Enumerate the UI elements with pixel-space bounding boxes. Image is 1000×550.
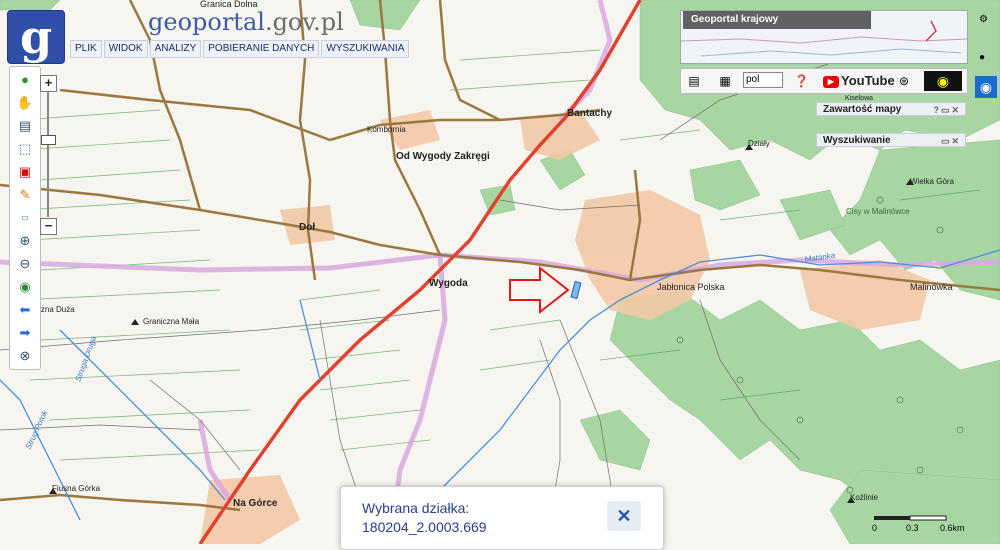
globe-icon[interactable]: ◉ [16,278,34,296]
top-icon-bar: ▤ ▦ pol ❓ ▶ YouTube ⊛ ◉ [680,68,968,94]
menu-plik[interactable]: PLIK [70,40,102,58]
label-graniczna-mala: Graniczna Mała [143,317,200,326]
forward-arrow-icon[interactable]: ➡ [16,324,34,342]
view-eye-icon[interactable]: ◉ [975,76,997,98]
print-icon[interactable]: ▤ [687,72,701,90]
map-contents-title: Zawartość mapy [823,104,902,115]
scale-tick-0: 0 [872,523,878,533]
draw-pencil-icon[interactable]: ✎ [16,186,34,204]
zoom-knob[interactable] [41,135,56,145]
search-panel[interactable]: Wyszukiwanie ▭✕ [816,133,966,147]
label-fiusna-gorka: Fiusna Górka [52,484,101,493]
map-toolbar: ● ✋ ▤ ⬚ ▣ ✎ ▭ ⊕ ⊖ ◉ ⬅ ➡ ⊗ [9,66,41,370]
label-kombornia: Kombornia [367,125,406,134]
gear-small-icon[interactable]: ⚙ [979,14,988,25]
panel-controls[interactable]: ▭✕ [941,134,961,148]
label-cisy: Cisy w Malinówce [846,207,910,216]
zoom-in-icon[interactable]: ⊕ [16,232,34,250]
label-dzialy: Działy [748,139,770,148]
menu-analizy[interactable]: ANALIZY [149,40,202,58]
youtube-play-icon: ▶ [823,75,839,88]
pan-hand-icon[interactable]: ✋ [16,94,34,112]
zoom-out-icon[interactable]: ⊖ [16,255,34,273]
measure-icon[interactable]: ▭ [16,209,34,227]
scale-tick-1: 0.3 [906,523,919,533]
layers-list-icon[interactable]: ▤ [16,117,34,135]
label-wielka-gora: Wielka Góra [910,177,955,186]
label-jablonica: Jabłonica Polska [657,282,725,292]
save-icon[interactable]: ▦ [717,72,733,90]
scale-bar: 0 0.3 0.6km [870,510,980,540]
label-od-wygody: Od Wygody Zakręgi [396,151,490,162]
youtube-link[interactable]: ▶ YouTube [823,72,895,90]
label-kiselowa: Kiselowa [845,95,873,102]
label-na-gorce: Na Górce [233,498,278,509]
label-kozlinie: Koźlinie [850,493,879,502]
youtube-label: YouTube [841,73,895,88]
right-controls: ⚙ ● ◉ [975,14,997,104]
geoportal-logo[interactable]: g [7,10,65,64]
accessibility-icon[interactable]: ⊛ [896,72,912,90]
zoom-slider[interactable]: + − [40,75,57,235]
zoom-track-line [47,91,49,217]
label-dol: Doł [299,222,315,233]
map-contents-panel[interactable]: Zawartość mapy ?▭✕ [816,102,966,116]
site-domain: .gov.pl [264,8,344,36]
menu-wyszukiwania[interactable]: WYSZUKIWANIA [321,40,410,58]
label-malinowka: Malinówka [910,282,953,292]
search-panel-title: Wyszukiwanie [823,135,891,146]
select-area-icon[interactable]: ⬚ [16,140,34,158]
popup-text: Wybrana działka: 180204_2.0003.669 [362,499,487,537]
contrast-eye-icon[interactable]: ◉ [924,71,962,91]
full-extent-icon[interactable]: ⊗ [16,347,34,365]
select-rect-icon[interactable]: ▣ [16,163,34,181]
parcel-popup: Wybrana działka: 180204_2.0003.669 ✕ [340,486,664,550]
label-bantachy: Bantachy [567,108,612,119]
scale-tick-2: 0.6km [940,523,965,533]
help-icon[interactable]: ❓ [794,72,809,90]
site-title: geoportal.gov.pl [148,8,344,36]
overview-title: Geoportal krajowy [683,11,871,29]
zoom-plus-button[interactable]: + [40,75,57,92]
back-arrow-icon[interactable]: ⬅ [16,301,34,319]
label-wygoda: Wygoda [429,278,468,289]
main-menu: PLIK WIDOK ANALIZY POBIERANIE DANYCH WYS… [70,40,410,58]
popup-label: Wybrana działka: [362,500,470,516]
logo-letter: g [20,10,53,64]
panel-controls[interactable]: ?▭✕ [933,103,961,117]
overview-map[interactable]: Geoportal krajowy [680,10,968,64]
site-name: geoportal [148,8,265,36]
parcel-id: 180204_2.0003.669 [362,519,487,535]
menu-widok[interactable]: WIDOK [103,40,148,58]
language-select[interactable]: pol [743,72,783,88]
menu-pobieranie[interactable]: POBIERANIE DANYCH [203,40,320,58]
info-icon[interactable]: ● [16,71,34,89]
close-popup-button[interactable]: ✕ [607,501,641,531]
dot-icon[interactable]: ● [979,52,985,63]
zoom-minus-button[interactable]: − [40,218,57,235]
